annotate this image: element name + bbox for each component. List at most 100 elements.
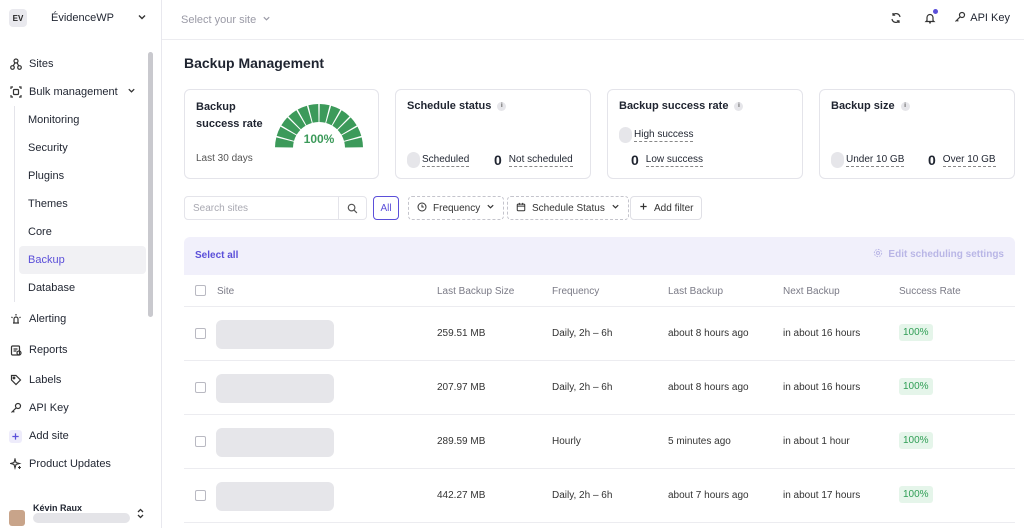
- row-checkbox[interactable]: [195, 328, 206, 339]
- stat-count: 0: [631, 152, 639, 168]
- chevron-down-icon: [262, 14, 271, 26]
- info-icon[interactable]: i: [900, 101, 910, 111]
- table-row[interactable]: 442.27 MB Daily, 2h – 6h about 7 hours a…: [184, 469, 1015, 523]
- row-checkbox[interactable]: [195, 382, 206, 393]
- refresh-icon[interactable]: [886, 8, 906, 28]
- stat-label: Under 10 GB: [846, 153, 905, 167]
- card-backup-success-rate: Backup success rate Last 30 days 100%: [184, 89, 379, 179]
- sidebar-item-bulk-management[interactable]: Bulk management: [0, 78, 146, 106]
- site-name-placeholder: [216, 482, 334, 511]
- edit-scheduling-label: Edit scheduling settings: [888, 249, 1004, 260]
- column-header-success-rate[interactable]: Success Rate: [899, 286, 961, 297]
- page-title: Backup Management: [184, 55, 325, 71]
- alert-icon: [9, 313, 22, 326]
- column-header-site[interactable]: Site: [217, 286, 234, 297]
- sidebar-item-label: Reports: [29, 344, 68, 356]
- edit-scheduling-button[interactable]: Edit scheduling settings: [873, 248, 1004, 261]
- sidebar-item-monitoring[interactable]: Monitoring: [15, 106, 146, 134]
- stat-high-success[interactable]: High success: [619, 127, 694, 143]
- card-schedule-status: Schedule status i Scheduled 0 Not schedu…: [395, 89, 591, 179]
- sidebar-item-reports[interactable]: Reports: [0, 336, 146, 364]
- sidebar-item-sites[interactable]: Sites: [0, 50, 146, 78]
- sidebar-item-label: Sites: [29, 58, 54, 70]
- count-placeholder: [619, 127, 632, 143]
- stat-scheduled[interactable]: Scheduled: [407, 152, 470, 168]
- sidebar-item-plugins[interactable]: Plugins: [15, 162, 146, 190]
- stat-under-10gb[interactable]: Under 10 GB: [831, 152, 905, 168]
- card-title: Backup size: [831, 100, 895, 112]
- column-header-frequency[interactable]: Frequency: [552, 286, 599, 297]
- info-icon[interactable]: i: [734, 101, 744, 111]
- chevron-down-icon: [611, 202, 620, 214]
- sidebar-item-add-site[interactable]: Add site: [0, 422, 146, 450]
- success-rate-badge: 100%: [899, 486, 933, 503]
- tag-icon: [9, 374, 22, 387]
- card-period: Last 30 days: [196, 153, 253, 164]
- count-placeholder: [407, 152, 420, 168]
- sidebar-item-api-key[interactable]: API Key: [0, 394, 146, 422]
- sidebar-item-labels[interactable]: Labels: [0, 366, 146, 394]
- card-title: Backup success rate: [619, 100, 729, 112]
- sidebar-item-alerting[interactable]: Alerting: [0, 305, 146, 333]
- table-row[interactable]: 289.59 MB Hourly 5 minutes ago in about …: [184, 415, 1015, 469]
- cell-size: 259.51 MB: [437, 328, 486, 339]
- sidebar-item-database[interactable]: Database: [15, 274, 146, 302]
- column-header-next-backup[interactable]: Next Backup: [783, 286, 840, 297]
- info-icon[interactable]: i: [497, 101, 507, 111]
- sidebar-scrollbar[interactable]: [148, 52, 153, 317]
- search-box: [184, 196, 367, 220]
- stat-count: 0: [494, 152, 502, 168]
- cell-size: 442.27 MB: [437, 490, 486, 501]
- sidebar-item-label: Add site: [29, 430, 69, 442]
- filter-schedule-status-button[interactable]: Schedule Status: [507, 196, 629, 220]
- bell-icon[interactable]: [920, 8, 940, 28]
- user-menu[interactable]: Kévin Raux: [0, 498, 161, 528]
- sidebar-item-themes[interactable]: Themes: [15, 190, 146, 218]
- sites-icon: [9, 58, 22, 71]
- select-all-button[interactable]: Select all: [195, 250, 238, 261]
- cell-size: 289.59 MB: [437, 436, 486, 447]
- sidebar-item-label: Alerting: [29, 313, 67, 325]
- sidebar-item-label: Bulk management: [29, 86, 118, 98]
- search-icon[interactable]: [338, 197, 366, 219]
- site-selector[interactable]: Select your site: [181, 14, 271, 26]
- count-placeholder: [831, 152, 844, 168]
- calendar-icon: [516, 202, 526, 215]
- cell-next-backup: in about 16 hours: [783, 328, 861, 339]
- cell-frequency: Hourly: [552, 436, 581, 447]
- filter-frequency-button[interactable]: Frequency: [408, 196, 505, 220]
- row-checkbox[interactable]: [195, 490, 206, 501]
- cell-size: 207.97 MB: [437, 382, 486, 393]
- api-key-button[interactable]: API Key: [954, 11, 1010, 26]
- table-row[interactable]: 207.97 MB Daily, 2h – 6h about 8 hours a…: [184, 361, 1015, 415]
- column-header-size[interactable]: Last Backup Size: [437, 286, 514, 297]
- filter-all-button[interactable]: All: [373, 196, 399, 220]
- stat-over-10gb[interactable]: 0 Over 10 GB: [928, 152, 996, 168]
- workspace-switcher[interactable]: EV ÉvidenceWP: [0, 0, 161, 36]
- site-name-placeholder: [216, 320, 334, 349]
- stat-label: Over 10 GB: [942, 153, 996, 167]
- cell-frequency: Daily, 2h – 6h: [552, 382, 613, 393]
- table-row[interactable]: 259.51 MB Daily, 2h – 6h about 8 hours a…: [184, 307, 1015, 361]
- cell-last-backup: about 8 hours ago: [668, 328, 749, 339]
- card-title: Backup success rate: [196, 101, 263, 130]
- row-checkbox[interactable]: [195, 436, 206, 447]
- filter-label: Frequency: [433, 202, 481, 214]
- stat-not-scheduled[interactable]: 0 Not scheduled: [494, 152, 573, 168]
- sidebar-item-backup[interactable]: Backup: [19, 246, 146, 274]
- chevron-down-icon: [486, 202, 495, 214]
- success-rate-badge: 100%: [899, 324, 933, 341]
- avatar: [9, 510, 25, 526]
- column-header-last-backup[interactable]: Last Backup: [668, 286, 723, 297]
- reports-icon: [9, 344, 22, 357]
- sidebar-item-core[interactable]: Core: [15, 218, 146, 246]
- table-toolbar: Select all Edit scheduling settings: [184, 237, 1015, 275]
- sidebar-item-product-updates[interactable]: Product Updates: [0, 450, 146, 478]
- select-all-checkbox[interactable]: [195, 285, 206, 296]
- search-input[interactable]: [185, 197, 338, 219]
- stat-low-success[interactable]: 0 Low success: [631, 152, 704, 168]
- add-filter-button[interactable]: Add filter: [630, 196, 703, 220]
- sidebar-item-security[interactable]: Security: [15, 134, 146, 162]
- gauge-value: 100%: [304, 132, 335, 146]
- topbar: Select your site API Key: [162, 0, 1024, 40]
